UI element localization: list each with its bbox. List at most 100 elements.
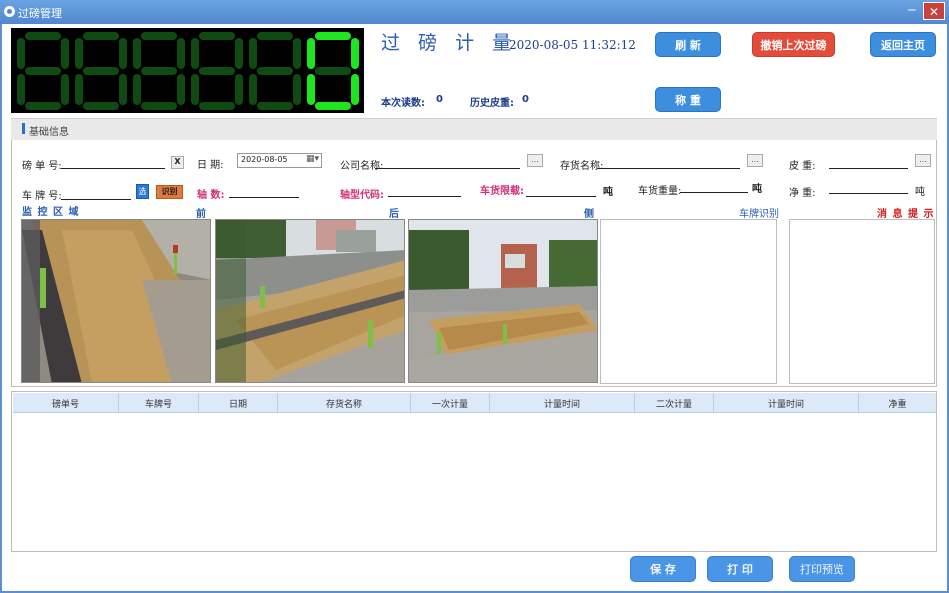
print-preview-button[interactable]: 打印预览 — [789, 556, 855, 582]
column-header[interactable]: 磅单号 — [13, 393, 119, 413]
weight-display — [11, 28, 364, 113]
digit-segment — [293, 38, 301, 69]
digit-segment — [25, 102, 61, 110]
reading-value: 0 — [436, 94, 443, 105]
digit-segment — [177, 38, 185, 69]
digit-segment — [235, 38, 243, 69]
save-button[interactable]: 保 存 — [630, 556, 696, 582]
digit-segment — [17, 74, 25, 105]
digit-segment — [17, 38, 25, 69]
camera-front-image — [22, 220, 210, 382]
message-panel — [789, 219, 935, 384]
load-limit-input[interactable] — [526, 184, 596, 197]
camera-side-image — [409, 220, 597, 382]
ticket-no-label: 磅 单 号: — [22, 161, 62, 172]
display-digit — [249, 32, 301, 110]
tare-browse-button[interactable]: ... — [915, 154, 931, 167]
column-header[interactable]: 计量时间 — [714, 393, 859, 413]
digit-segment — [141, 102, 177, 110]
digit-segment — [75, 38, 83, 69]
column-header[interactable]: 日期 — [199, 393, 278, 413]
ticket-clear-button[interactable]: X — [171, 156, 184, 169]
column-header[interactable]: 净重 — [859, 393, 936, 413]
current-datetime: 2020-08-05 11:32:12 — [509, 38, 636, 52]
digit-segment — [315, 67, 351, 75]
ticket-no-input[interactable] — [61, 156, 165, 169]
print-button[interactable]: 打 印 — [707, 556, 773, 582]
plate-select-button[interactable]: 选 — [136, 184, 149, 199]
digit-segment — [25, 67, 61, 75]
messages-label: 消 息 提 示 — [877, 209, 935, 220]
column-header[interactable]: 存货名称 — [278, 393, 411, 413]
app-icon — [4, 6, 15, 17]
undo-last-weigh-button[interactable]: 撤销上次过磅 — [752, 32, 835, 57]
plate-recognize-button[interactable]: 识别 — [156, 185, 183, 199]
net-weight-unit: 吨 — [915, 187, 925, 198]
company-input[interactable] — [375, 156, 520, 169]
calendar-icon[interactable]: ▦▾ — [306, 154, 319, 164]
digit-segment — [141, 32, 177, 40]
camera-front-view — [21, 219, 211, 383]
digit-segment — [199, 102, 235, 110]
reading-label: 本次读数: — [381, 98, 425, 109]
display-digit — [307, 32, 359, 110]
display-digit — [75, 32, 127, 110]
digit-segment — [315, 32, 351, 40]
digit-segment — [351, 38, 359, 69]
gross-weight-unit: 吨 — [752, 184, 762, 195]
column-header[interactable]: 二次计量 — [635, 393, 714, 413]
digit-segment — [133, 38, 141, 69]
plate-recognition-panel — [600, 219, 777, 384]
plate-recognition-label: 车牌识别 — [739, 209, 779, 220]
digit-segment — [83, 102, 119, 110]
digit-segment — [177, 74, 185, 105]
weighing-records-table[interactable]: 磅单号 车牌号 日期 存货名称 一次计量 计量时间 二次计量 计量时间 净重 — [11, 391, 937, 552]
load-limit-unit: 吨 — [603, 187, 613, 198]
digit-segment — [83, 32, 119, 40]
digit-segment — [315, 102, 351, 110]
digit-segment — [191, 74, 199, 105]
plate-input[interactable] — [61, 187, 131, 200]
weigh-button[interactable]: 称 重 — [655, 87, 721, 112]
digit-segment — [307, 38, 315, 69]
digit-segment — [351, 74, 359, 105]
axle-code-input[interactable] — [388, 184, 461, 197]
digit-segment — [25, 32, 61, 40]
plate-label: 车 牌 号: — [22, 191, 62, 202]
info-section-title: 基础信息 — [29, 127, 69, 138]
digit-segment — [61, 38, 69, 69]
back-home-button[interactable]: 返回主页 — [870, 32, 936, 57]
title-bar — [0, 0, 949, 24]
digit-segment — [249, 74, 257, 105]
axle-label: 轴 数: — [197, 190, 225, 201]
tare-label: 皮 重: — [789, 161, 816, 172]
digit-segment — [83, 67, 119, 75]
tare-input[interactable] — [829, 156, 908, 169]
company-browse-button[interactable]: ... — [527, 154, 543, 167]
gross-weight-input[interactable] — [680, 180, 748, 193]
date-picker[interactable]: 2020-08-05 ▦▾ — [237, 153, 322, 168]
digit-segment — [307, 74, 315, 105]
camera-front-label: 前 — [196, 209, 206, 220]
net-weight-input[interactable] — [829, 181, 908, 194]
goods-input[interactable] — [597, 156, 740, 169]
load-limit-label: 车货限载: — [480, 186, 524, 197]
gross-weight-label: 车货重量: — [638, 186, 682, 197]
digit-segment — [119, 74, 127, 105]
goods-browse-button[interactable]: ... — [747, 154, 763, 167]
digit-segment — [75, 74, 83, 105]
column-header[interactable]: 一次计量 — [411, 393, 490, 413]
digit-segment — [119, 38, 127, 69]
digit-segment — [141, 67, 177, 75]
digit-segment — [293, 74, 301, 105]
axle-input[interactable] — [229, 185, 299, 198]
digit-segment — [191, 38, 199, 69]
refresh-button[interactable]: 刷 新 — [655, 32, 721, 57]
digit-segment — [61, 74, 69, 105]
close-button[interactable]: ✕ — [923, 2, 945, 20]
camera-back-label: 后 — [389, 209, 399, 220]
minimize-button[interactable]: ‒ — [903, 3, 921, 20]
column-header[interactable]: 计量时间 — [490, 393, 635, 413]
column-header[interactable]: 车牌号 — [119, 393, 199, 413]
history-tare-value: 0 — [522, 94, 529, 105]
